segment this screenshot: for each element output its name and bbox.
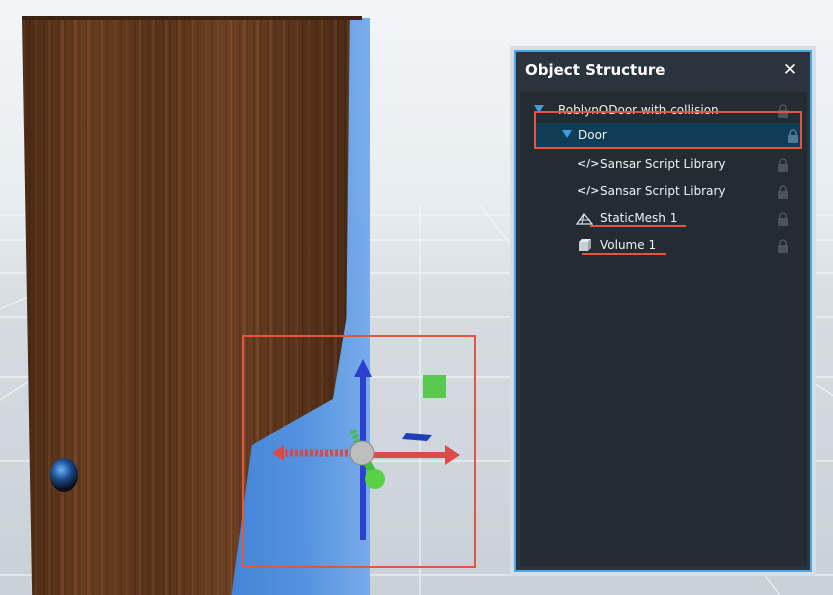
door-highlight-box [534, 111, 802, 149]
mesh-icon [576, 212, 593, 225]
gizmo-highlight-box [242, 335, 476, 568]
staticmesh-underline [590, 225, 686, 227]
lock-icon[interactable] [777, 239, 789, 253]
tree-item-staticmesh[interactable]: StaticMesh 1 [520, 206, 807, 232]
close-button[interactable]: ✕ [780, 60, 800, 80]
tree-item-label: Sansar Script Library [600, 157, 726, 171]
lock-icon[interactable] [777, 158, 789, 172]
panel-header: Object Structure ✕ [516, 52, 810, 88]
lock-icon[interactable] [777, 185, 789, 199]
tree-item-script-library-1[interactable]: </> Sansar Script Library [520, 152, 807, 178]
lock-icon[interactable] [777, 212, 789, 226]
code-icon: </> [577, 157, 600, 170]
tree-item-volume[interactable]: Volume 1 [520, 233, 807, 259]
volume-underline [582, 253, 666, 255]
volume-icon [579, 239, 591, 251]
door-knob [50, 458, 78, 492]
tree-item-script-library-2[interactable]: </> Sansar Script Library [520, 179, 807, 205]
code-icon: </> [577, 184, 600, 197]
tree-item-label: Sansar Script Library [600, 184, 726, 198]
door-top-edge [22, 16, 362, 20]
tree-item-label: Volume 1 [600, 238, 657, 252]
tree-item-label: StaticMesh 1 [600, 211, 678, 225]
panel-title: Object Structure [525, 61, 666, 79]
object-tree: RoblynODoor with collision Door </> Sans… [520, 92, 807, 566]
